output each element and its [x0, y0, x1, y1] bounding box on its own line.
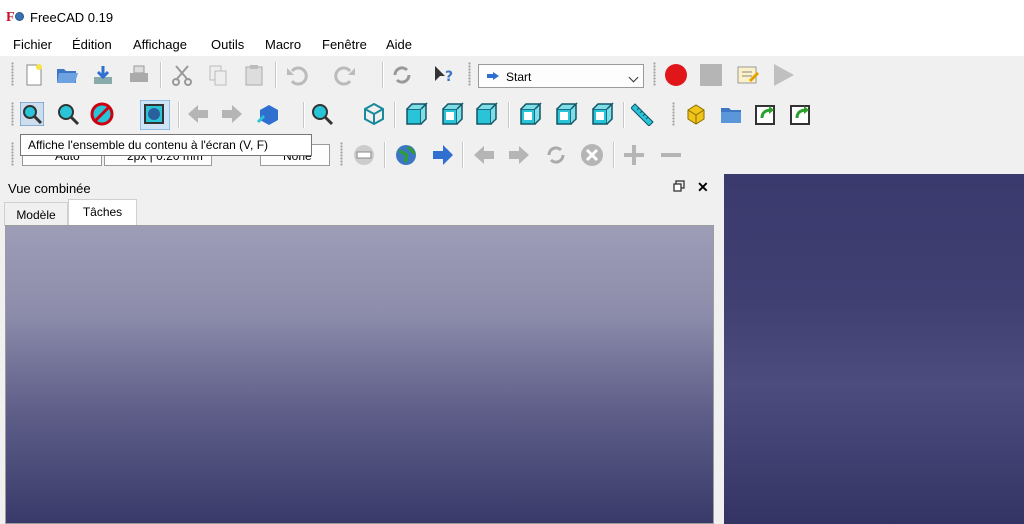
view-isometric-icon[interactable]: [362, 102, 386, 126]
view-bottom-icon[interactable]: [554, 102, 578, 126]
combo-view-title: Vue combinée: [8, 181, 91, 196]
copy-icon[interactable]: [206, 63, 230, 87]
menu-affichage[interactable]: Affichage: [133, 37, 187, 52]
toolbar-handle[interactable]: [468, 62, 471, 86]
web-go-icon[interactable]: [431, 143, 455, 167]
view-rear-icon[interactable]: [518, 102, 542, 126]
view-right-icon[interactable]: [474, 102, 498, 126]
stop-macro-icon[interactable]: [699, 63, 723, 87]
run-macro-icon[interactable]: [771, 63, 795, 87]
new-document-icon[interactable]: [22, 63, 46, 87]
paste-icon[interactable]: [242, 63, 266, 87]
zoom-out-icon[interactable]: [659, 143, 683, 167]
menu-macro[interactable]: Macro: [265, 37, 301, 52]
macros-icon[interactable]: [736, 63, 760, 87]
task-panel: [5, 225, 714, 524]
forward-arrow-icon[interactable]: [220, 102, 244, 126]
web-back-icon[interactable]: [472, 143, 496, 167]
chevron-down-icon: [628, 72, 639, 83]
window-title: FreeCAD 0.19: [30, 10, 114, 25]
web-refresh-icon[interactable]: [544, 143, 568, 167]
make-sublink-icon[interactable]: [789, 102, 813, 126]
tab-taches[interactable]: Tâches: [68, 199, 137, 226]
web-home-icon[interactable]: [352, 143, 376, 167]
view-front-icon[interactable]: [404, 102, 428, 126]
web-forward-icon[interactable]: [507, 143, 531, 167]
toolbar-handle[interactable]: [653, 62, 656, 86]
arrow-right-icon: [487, 72, 499, 80]
menu-edition[interactable]: Édition: [72, 37, 112, 52]
menu-fenetre[interactable]: Fenêtre: [322, 37, 367, 52]
web-globe-icon[interactable]: [394, 143, 418, 167]
zoom-icon[interactable]: [56, 102, 80, 126]
toolbar-handle[interactable]: [672, 102, 675, 126]
create-group-icon[interactable]: [719, 102, 743, 126]
back-arrow-icon[interactable]: [186, 102, 210, 126]
fit-selection-icon[interactable]: [20, 102, 44, 126]
menu-outils[interactable]: Outils: [211, 37, 244, 52]
workbench-select[interactable]: Start: [478, 64, 644, 88]
close-panel-icon[interactable]: ✕: [697, 179, 709, 196]
std-views-icon[interactable]: [256, 102, 280, 126]
tab-modele[interactable]: Modèle: [4, 202, 68, 226]
view-left-icon[interactable]: [590, 102, 614, 126]
toolbar-handle[interactable]: [340, 142, 343, 166]
print-icon[interactable]: [127, 63, 151, 87]
toolbar-handle[interactable]: [11, 62, 14, 86]
toolbar-handle[interactable]: [11, 102, 14, 126]
open-folder-icon[interactable]: [55, 63, 79, 87]
title-bar: [0, 0, 1024, 34]
undo-icon[interactable]: [284, 63, 308, 87]
create-part-icon[interactable]: [684, 102, 708, 126]
panel-splitter[interactable]: [714, 177, 724, 524]
workbench-label: Start: [506, 70, 532, 84]
whats-this-icon[interactable]: ?: [432, 63, 456, 87]
record-macro-icon[interactable]: [664, 63, 688, 87]
cut-icon[interactable]: [170, 63, 194, 87]
float-panel-icon[interactable]: [673, 180, 685, 192]
menu-fichier[interactable]: Fichier: [13, 37, 52, 52]
menu-bar: Fichier Édition Affichage Outils Macro F…: [0, 34, 1024, 56]
toolbar-row-2: [0, 96, 1024, 215]
measure-ruler-icon[interactable]: [631, 102, 655, 126]
web-stop-icon[interactable]: [580, 143, 604, 167]
view-zoom-icon[interactable]: [310, 102, 334, 126]
refresh-icon[interactable]: [390, 63, 414, 87]
save-icon[interactable]: [91, 63, 115, 87]
view-top-icon[interactable]: [440, 102, 464, 126]
fit-all-icon[interactable]: [140, 100, 170, 130]
menu-aide[interactable]: Aide: [386, 37, 412, 52]
draw-style-icon[interactable]: [90, 102, 114, 126]
redo-icon[interactable]: [334, 63, 358, 87]
svg-text:?: ?: [445, 69, 453, 85]
freecad-logo-icon: F: [6, 10, 24, 26]
toolbar-handle[interactable]: [11, 142, 14, 166]
make-link-icon[interactable]: [754, 102, 778, 126]
zoom-in-icon[interactable]: [622, 143, 646, 167]
combo-view-header: [0, 177, 720, 199]
fit-all-tooltip: Affiche l'ensemble du contenu à l'écran …: [20, 134, 312, 156]
3d-view[interactable]: [724, 174, 1024, 524]
